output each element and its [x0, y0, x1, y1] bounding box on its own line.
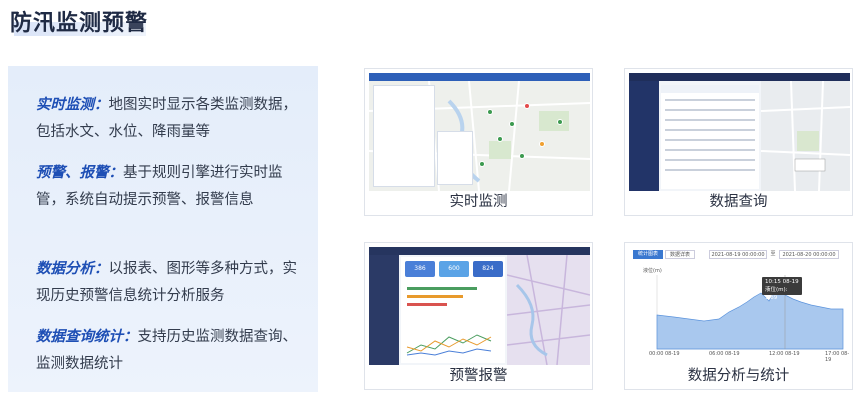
- tooltip-value: 液位(m): 1.89: [765, 287, 788, 301]
- x-tick: 06:00 08-19: [709, 351, 740, 357]
- app-header: [369, 247, 590, 255]
- legend-panel: [437, 131, 473, 185]
- x-tick: 12:00 08-19: [769, 351, 800, 357]
- feature-analysis: 数据分析：以报表、图形等多种方式，实现历史预警信息统计分析服务: [36, 256, 306, 310]
- screenshot-data-query: [629, 73, 850, 191]
- feature-query: 数据查询统计：支持历史监测数据查询、监测数据统计: [36, 324, 306, 378]
- station-marker[interactable]: [487, 109, 493, 115]
- table-rows: [661, 85, 759, 171]
- stat-card[interactable]: 386: [405, 261, 435, 277]
- card-realtime-monitoring[interactable]: 实时监测: [364, 68, 593, 216]
- stat-card[interactable]: 600: [439, 261, 469, 277]
- card-data-query[interactable]: 数据查询: [624, 68, 853, 216]
- screenshot-warning: 386 600 824: [369, 247, 590, 365]
- map-roads: [506, 254, 590, 365]
- feature-realtime: 实时监测：地图实时显示各类监测数据，包括水文、水位、降雨量等: [36, 92, 306, 146]
- card-caption: 实时监测: [449, 194, 508, 210]
- warning-dashboard: 386 600 824: [401, 257, 505, 363]
- feature-panel: 实时监测：地图实时显示各类监测数据，包括水文、水位、降雨量等 预警、报警：基于规…: [8, 66, 318, 392]
- card-data-analysis[interactable]: 统计图表 数据详表 2021-08-19 00:00:00 至 2021-08-…: [624, 242, 853, 390]
- station-marker[interactable]: [524, 103, 530, 109]
- feature-keyword: 实时监测：: [36, 97, 109, 113]
- filter-panel[interactable]: [373, 85, 435, 187]
- station-marker[interactable]: [557, 119, 563, 125]
- chart-tooltip: 10:15 08-19 液位(m): 1.89: [762, 277, 802, 301]
- app-sidebar[interactable]: [629, 81, 659, 191]
- app-header: [369, 73, 590, 81]
- app-sidebar[interactable]: [369, 255, 399, 365]
- screenshot-analysis: 统计图表 数据详表 2021-08-19 00:00:00 至 2021-08-…: [629, 247, 850, 365]
- map-area[interactable]: [760, 80, 850, 191]
- level-chart: [656, 275, 844, 350]
- page-title: 防汛监测预警: [10, 11, 149, 36]
- feature-keyword: 数据分析：: [36, 261, 109, 277]
- station-marker[interactable]: [509, 121, 515, 127]
- map-area[interactable]: [506, 254, 590, 365]
- stat-card[interactable]: 824: [473, 261, 503, 277]
- station-marker[interactable]: [519, 153, 525, 159]
- card-warning-alarm[interactable]: 386 600 824 预警报警: [364, 242, 593, 390]
- x-tick: 17:00 08-19: [825, 351, 850, 363]
- data-table[interactable]: [661, 85, 759, 189]
- map-roads: [760, 80, 850, 191]
- card-caption: 数据查询: [709, 194, 768, 210]
- feature-warning: 预警、报警：基于规则引擎进行实时监管，系统自动提示预警、报警信息: [36, 160, 306, 214]
- card-caption: 数据分析与统计: [687, 368, 790, 384]
- card-caption: 预警报警: [449, 368, 508, 384]
- x-tick: 00:00 08-19: [649, 351, 680, 357]
- title-area: 防汛监测预警: [0, 0, 210, 38]
- feature-keyword: 预警、报警：: [36, 165, 123, 181]
- screenshot-map: [369, 73, 590, 191]
- tooltip-time: 10:15 08-19: [765, 279, 799, 285]
- feature-keyword: 数据查询统计：: [36, 329, 138, 345]
- station-marker[interactable]: [539, 141, 545, 147]
- page: 防汛监测预警 实时监测：地图实时显示各类监测数据，包括水文、水位、降雨量等 预警…: [0, 0, 865, 404]
- station-marker[interactable]: [479, 161, 485, 167]
- app-header: [629, 73, 850, 81]
- station-marker[interactable]: [497, 136, 503, 142]
